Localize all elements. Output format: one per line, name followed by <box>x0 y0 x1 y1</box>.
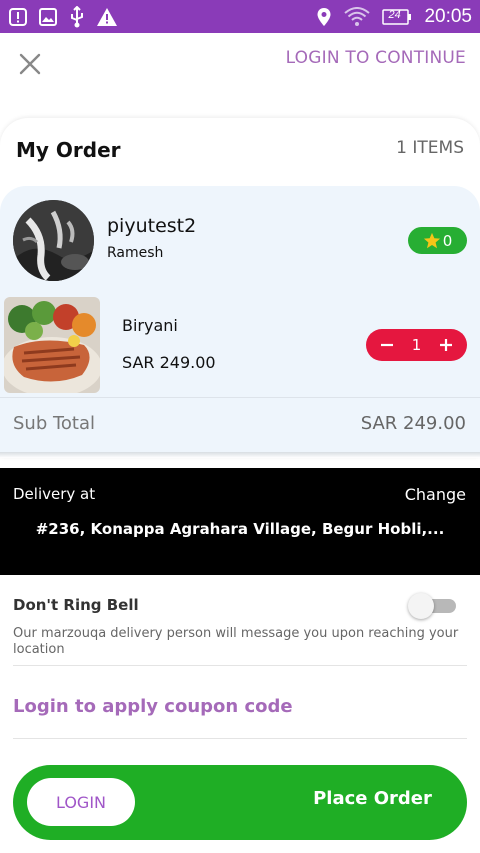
star-icon <box>423 232 440 248</box>
item-name: Biryani <box>122 316 178 335</box>
apply-coupon-link[interactable]: Login to apply coupon code <box>13 696 293 717</box>
close-icon <box>19 53 41 75</box>
minus-icon <box>381 343 393 347</box>
store-name: piyutest2 <box>107 215 197 237</box>
clock: 20:05 <box>424 5 472 27</box>
alert-notification-icon <box>8 7 28 27</box>
divider <box>13 665 467 666</box>
warning-icon <box>96 7 118 27</box>
order-title: My Order <box>16 138 121 162</box>
rating-badge: 0 <box>408 227 467 254</box>
quantity-value: 1 <box>411 336 422 354</box>
delivery-address: #236, Konappa Agrahara Village, Begur Ho… <box>35 520 445 538</box>
order-item-count: 1 ITEMS <box>396 138 464 158</box>
battery-level: 24 <box>388 8 401 21</box>
subtotal-label: Sub Total <box>13 413 96 434</box>
divider <box>0 397 480 398</box>
delivery-label: Delivery at <box>13 485 96 503</box>
rating-value: 0 <box>442 231 453 250</box>
item-price: SAR 249.00 <box>122 353 216 372</box>
usb-icon <box>68 5 86 28</box>
close-button[interactable] <box>16 50 44 78</box>
toggle-knob <box>408 593 434 619</box>
login-to-continue-link[interactable]: LOGIN TO CONTINUE <box>286 48 466 68</box>
subtotal-value: SAR 249.00 <box>360 413 466 434</box>
dont-ring-bell-label: Don't Ring Bell <box>13 596 139 614</box>
store-avatar <box>13 200 94 281</box>
place-order-button[interactable]: Place Order <box>300 788 445 809</box>
increase-quantity-button[interactable] <box>435 334 457 356</box>
dont-ring-bell-description: Our marzouqa delivery person will messag… <box>13 626 459 657</box>
image-notification-icon <box>38 7 58 27</box>
status-bar: 24 20:05 <box>0 0 480 33</box>
change-address-button[interactable]: Change <box>405 485 466 504</box>
card-shadow <box>0 452 480 458</box>
battery-icon: 24 <box>382 8 412 26</box>
food-image <box>4 297 100 393</box>
store-owner: Ramesh <box>107 245 164 261</box>
login-button[interactable]: LOGIN <box>27 778 135 826</box>
location-icon <box>316 7 332 27</box>
plus-icon <box>439 339 452 351</box>
dont-ring-bell-toggle[interactable] <box>408 593 456 619</box>
divider <box>13 738 467 739</box>
wifi-icon <box>344 6 371 27</box>
decrease-quantity-button[interactable] <box>376 334 398 356</box>
quantity-stepper: 1 <box>366 329 467 361</box>
